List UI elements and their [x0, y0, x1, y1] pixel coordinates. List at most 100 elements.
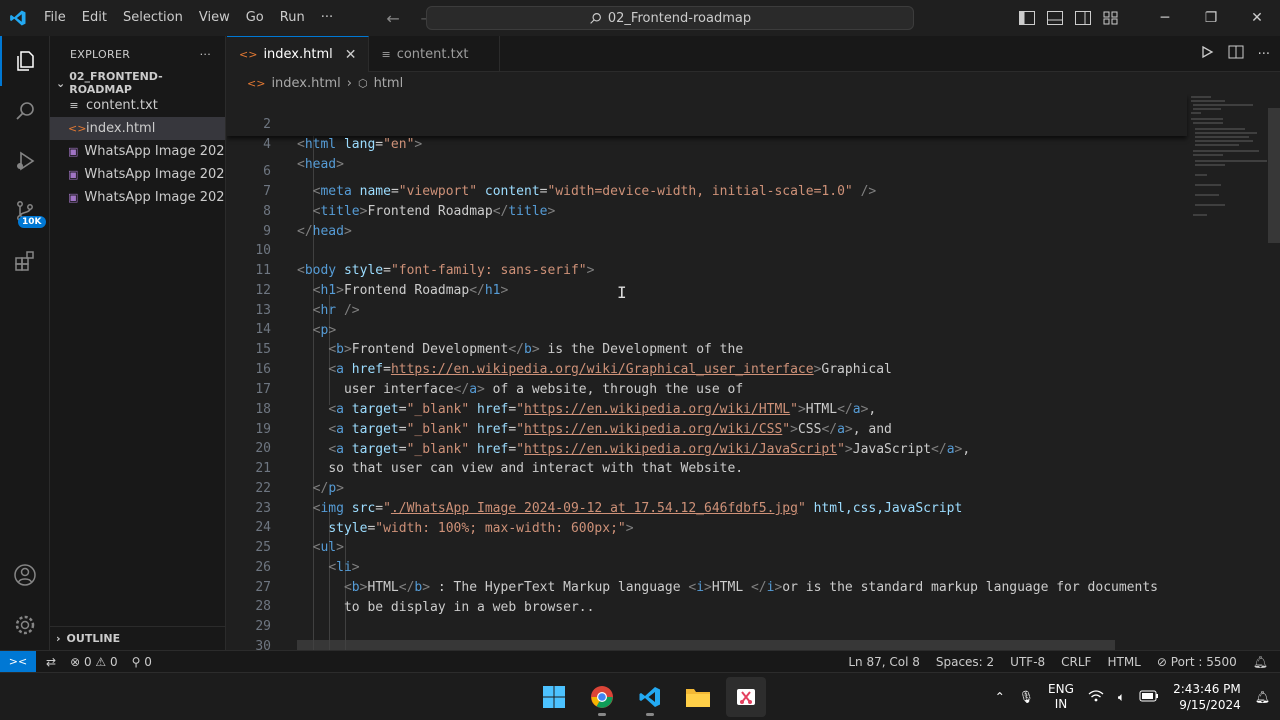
accounts-activity[interactable]	[0, 550, 50, 600]
more-actions-icon[interactable]: ···	[1258, 47, 1270, 62]
menu-edit[interactable]: Edit	[74, 0, 115, 36]
toggle-primary-sidebar-icon[interactable]	[1018, 10, 1038, 26]
folder-root[interactable]: ⌄ 02_FRONTEND-ROADMAP	[50, 70, 225, 96]
code-line: 11 <h1>Frontend Roadmap</h1>	[255, 263, 509, 298]
search-icon	[16, 102, 34, 120]
date: 9/15/2024	[1179, 698, 1241, 712]
command-center-search[interactable]: 02_Frontend-roadmap	[426, 6, 914, 30]
run-debug-activity[interactable]	[0, 136, 50, 186]
taskbar-vscode[interactable]	[630, 677, 670, 717]
tab-content-txt[interactable]: ≡ content.txt	[369, 36, 500, 72]
folder-name: 02_FRONTEND-ROADMAP	[69, 70, 163, 96]
code-line: 24 <ul>	[255, 520, 344, 555]
wifi-icon[interactable]	[1088, 689, 1104, 706]
code-line: 16 user interface</a> of a website, thro…	[255, 362, 744, 397]
taskbar-file-explorer[interactable]	[678, 677, 718, 717]
file-whatsapp-image-3[interactable]: ▣ WhatsApp Image 202...	[50, 186, 225, 209]
code-editor[interactable]: 2 <html lang="en"> 4 <head> 6 <meta name…	[227, 94, 1280, 650]
volume-icon[interactable]: 🔈︎	[1118, 690, 1125, 705]
bell-icon[interactable]: 🔔︎	[1253, 655, 1268, 669]
live-server-port[interactable]: ⊘ Port : 5500	[1157, 655, 1237, 669]
cursor-position[interactable]: Ln 87, Col 8	[848, 655, 920, 669]
source-control-activity[interactable]: 10K	[0, 186, 50, 236]
minimap[interactable]	[1187, 94, 1267, 234]
problems-indicator[interactable]: ⊗ 0 ⚠ 0	[70, 655, 118, 669]
search-activity[interactable]	[0, 86, 50, 136]
live-share-icon[interactable]: ⇄	[46, 655, 56, 669]
vscode-icon	[639, 687, 660, 707]
clock[interactable]: 2:43:46 PM 9/15/2024	[1173, 681, 1241, 713]
split-editor-icon[interactable]	[1228, 45, 1244, 63]
menu-view[interactable]: View	[191, 0, 238, 36]
line-ending[interactable]: CRLF	[1061, 655, 1091, 669]
windows-logo-icon	[543, 686, 565, 708]
menu-file[interactable]: File	[36, 0, 74, 36]
menu-run[interactable]: Run	[272, 0, 313, 36]
file-whatsapp-image-1[interactable]: ▣ WhatsApp Image 202...	[50, 140, 225, 163]
windows-taskbar: ⌃ 🎙︎ ENG IN 🔈︎ 2:43:46 PM 9/15/2024 🔔︎	[0, 672, 1280, 720]
code-line: 13 <p>	[255, 303, 337, 338]
indentation[interactable]: Spaces: 2	[936, 655, 994, 669]
ports-indicator[interactable]: ⚲ 0	[132, 655, 152, 669]
no-entry-icon: ⊘	[1156, 655, 1167, 669]
gear-icon	[15, 615, 35, 635]
run-icon[interactable]	[1200, 45, 1214, 63]
minimize-button[interactable]: ─	[1142, 0, 1188, 36]
sticky-scroll[interactable]: 2 <html lang="en"> 4 <head>	[227, 94, 1187, 172]
explorer-activity[interactable]	[0, 36, 50, 86]
code-line: 22 <img src="./WhatsApp Image 2024-09-12…	[255, 481, 963, 516]
explorer-sidebar: EXPLORER ··· ⌄ 02_FRONTEND-ROADMAP ≡ con…	[50, 36, 226, 650]
activity-bar: 10K	[0, 36, 50, 650]
taskbar-chrome[interactable]	[582, 677, 622, 717]
file-name: WhatsApp Image 202...	[84, 190, 225, 205]
warning-icon: ⚠	[95, 654, 107, 669]
manage-activity[interactable]	[0, 600, 50, 650]
editor-area: <> index.html ✕ ≡ content.txt ··· <> ind…	[227, 36, 1280, 650]
breadcrumb-separator: ›	[346, 75, 352, 91]
file-name: content.txt	[86, 98, 158, 113]
menu-more[interactable]: ···	[313, 0, 341, 36]
encoding[interactable]: UTF-8	[1010, 655, 1045, 669]
chevron-up-icon[interactable]: ⌃	[995, 690, 1005, 704]
restore-button[interactable]: ❐	[1188, 0, 1234, 36]
language-mode[interactable]: HTML	[1107, 655, 1140, 669]
breadcrumb-file[interactable]: index.html	[271, 76, 340, 91]
outline-section[interactable]: › OUTLINE	[50, 626, 226, 650]
file-content-txt[interactable]: ≡ content.txt	[50, 94, 225, 117]
status-bar: >< ⇄ ⊗ 0 ⚠ 0 ⚲ 0 Ln 87, Col 8 Spaces: 2 …	[0, 650, 1280, 673]
code-line: 30	[255, 639, 271, 650]
code-line: 23 style="width: 100%; max-width: 600px;…	[255, 501, 634, 536]
remote-indicator[interactable]: ><	[0, 650, 36, 673]
battery-icon[interactable]	[1139, 690, 1159, 705]
close-icon[interactable]: ✕	[345, 47, 357, 63]
start-button[interactable]	[534, 677, 574, 717]
code-line: 15 <a href=https://en.wikipedia.org/wiki…	[255, 342, 892, 377]
vertical-scrollbar[interactable]	[1268, 108, 1280, 243]
file-whatsapp-image-2[interactable]: ▣ WhatsApp Image 202...	[50, 163, 225, 186]
tab-index-html[interactable]: <> index.html ✕	[227, 36, 370, 72]
file-index-html[interactable]: <> index.html	[50, 117, 225, 140]
back-arrow-icon[interactable]: ←	[381, 9, 405, 28]
notification-bell-icon[interactable]: 🔔︎	[1255, 690, 1270, 704]
customize-layout-icon[interactable]	[1102, 10, 1122, 26]
code-line: 10 <body style="font-family: sans-serif"…	[255, 243, 595, 278]
extensions-activity[interactable]	[0, 236, 50, 286]
taskbar-snipping-tool[interactable]	[726, 677, 766, 717]
close-window-button[interactable]: ✕	[1234, 0, 1280, 36]
toggle-panel-icon[interactable]	[1046, 10, 1066, 26]
microphone-icon[interactable]: 🎙︎	[1019, 690, 1034, 704]
toggle-secondary-sidebar-icon[interactable]	[1074, 10, 1094, 26]
time: 2:43:46 PM	[1173, 682, 1241, 696]
horizontal-scrollbar[interactable]	[297, 640, 1115, 650]
account-icon	[14, 564, 36, 586]
menu-go[interactable]: Go	[238, 0, 272, 36]
file-name: WhatsApp Image 202...	[84, 144, 225, 159]
explorer-more-button[interactable]: ···	[200, 48, 211, 61]
warning-count: 0	[110, 654, 118, 669]
input-language[interactable]: ENG IN	[1048, 682, 1074, 712]
menu-selection[interactable]: Selection	[115, 0, 191, 36]
code-line: 4 <head>	[263, 137, 344, 172]
breadcrumb-node[interactable]: html	[374, 76, 404, 91]
code-line: 12 <hr />	[255, 283, 360, 318]
html-file-icon: <>	[68, 122, 87, 135]
